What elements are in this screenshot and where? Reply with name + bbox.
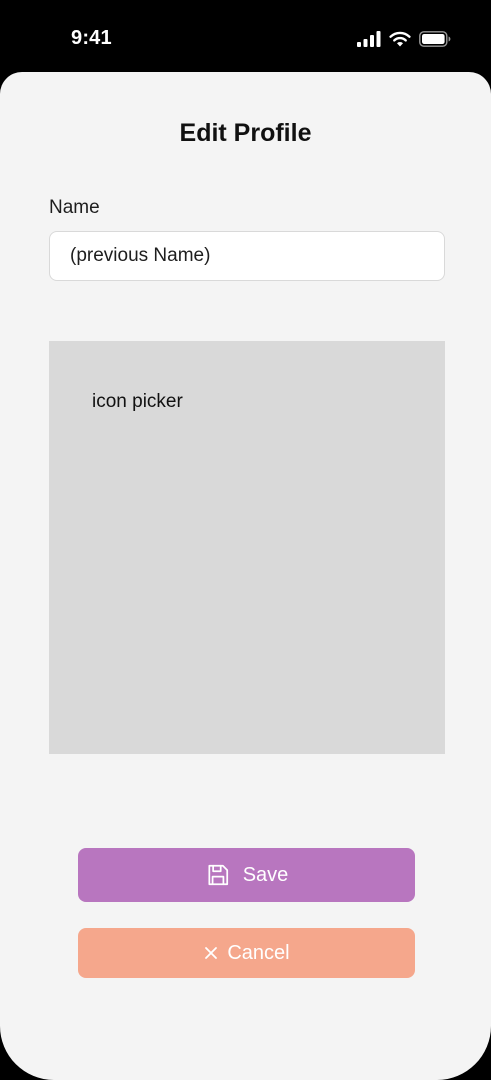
floppy-disk-icon	[205, 862, 231, 888]
cellular-signal-icon	[357, 31, 381, 47]
edit-profile-sheet: Edit Profile Name icon picker Save Cance…	[0, 72, 491, 1080]
save-button-label: Save	[242, 863, 289, 886]
wifi-icon	[389, 31, 411, 47]
status-bar: 9:41	[0, 0, 491, 72]
battery-icon	[419, 31, 451, 47]
cancel-button[interactable]: Cancel	[78, 928, 415, 978]
status-icons	[357, 28, 451, 50]
save-button[interactable]: Save	[78, 848, 415, 902]
name-input[interactable]	[49, 231, 445, 281]
page-title: Edit Profile	[179, 119, 312, 147]
status-time: 9:41	[71, 27, 112, 49]
name-label: Name	[49, 197, 100, 218]
icon-picker[interactable]: icon picker	[49, 341, 445, 754]
close-icon	[203, 945, 219, 961]
cancel-button-label: Cancel	[227, 941, 290, 964]
icon-picker-label: icon picker	[92, 391, 183, 412]
